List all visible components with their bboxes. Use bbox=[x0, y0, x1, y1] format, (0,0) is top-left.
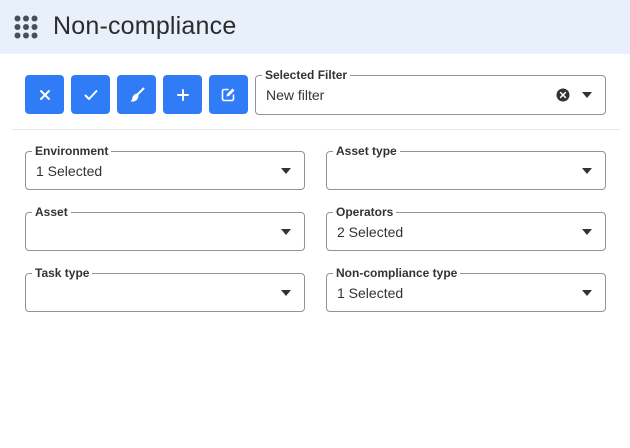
chevron-down-icon[interactable] bbox=[582, 289, 592, 296]
environment-value: 1 Selected bbox=[36, 163, 103, 179]
asset-type-label: Asset type bbox=[333, 143, 400, 159]
environment-label: Environment bbox=[32, 143, 112, 159]
operators-value: 2 Selected bbox=[337, 224, 404, 240]
apply-button[interactable] bbox=[71, 75, 110, 114]
clear-button[interactable] bbox=[25, 75, 64, 114]
selected-filter-value: New filter bbox=[266, 87, 325, 103]
non-compliance-type-select[interactable]: Non-compliance type 1 Selected bbox=[326, 265, 606, 312]
asset-select[interactable]: Asset bbox=[25, 204, 305, 251]
chevron-down-icon[interactable] bbox=[281, 289, 291, 296]
chevron-down-icon[interactable] bbox=[582, 92, 592, 98]
chevron-down-icon[interactable] bbox=[582, 167, 592, 174]
selected-filter-label: Selected Filter bbox=[262, 67, 351, 83]
divider bbox=[12, 129, 620, 130]
chevron-down-icon[interactable] bbox=[281, 228, 291, 235]
task-type-select[interactable]: Task type bbox=[25, 265, 305, 312]
non-compliance-type-value: 1 Selected bbox=[337, 285, 404, 301]
clear-circle-icon[interactable] bbox=[556, 88, 570, 102]
asset-label: Asset bbox=[32, 204, 71, 220]
operators-select[interactable]: Operators 2 Selected bbox=[326, 204, 606, 251]
selected-filter-select[interactable]: Selected Filter New filter bbox=[255, 67, 606, 115]
edit-button[interactable] bbox=[209, 75, 248, 114]
page-header: Non-compliance bbox=[0, 0, 630, 54]
non-compliance-type-label: Non-compliance type bbox=[333, 265, 461, 281]
broom-icon bbox=[130, 87, 144, 101]
plus-icon bbox=[176, 88, 189, 101]
add-button[interactable] bbox=[163, 75, 202, 114]
reset-button[interactable] bbox=[117, 75, 156, 114]
asset-type-select[interactable]: Asset type bbox=[326, 143, 606, 190]
edit-icon bbox=[221, 88, 235, 102]
chevron-down-icon[interactable] bbox=[281, 167, 291, 174]
task-type-label: Task type bbox=[32, 265, 93, 281]
operators-label: Operators bbox=[333, 204, 397, 220]
environment-select[interactable]: Environment 1 Selected bbox=[25, 143, 305, 190]
page-title: Non-compliance bbox=[53, 12, 237, 40]
chevron-down-icon[interactable] bbox=[582, 228, 592, 235]
check-icon bbox=[84, 89, 97, 100]
close-icon bbox=[39, 89, 50, 100]
apps-grid-icon[interactable] bbox=[14, 15, 38, 39]
